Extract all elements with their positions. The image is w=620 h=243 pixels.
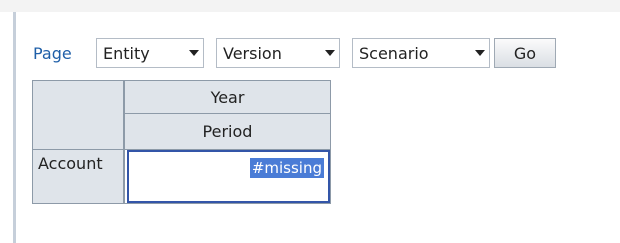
page-label: Page [33, 44, 72, 63]
chevron-down-icon [185, 39, 203, 67]
row-header-account: Account [33, 150, 125, 203]
chevron-down-icon [321, 39, 339, 67]
column-header-year: Year [125, 81, 330, 114]
top-band [0, 0, 620, 12]
data-grid: Year Period Account #missing [32, 80, 331, 204]
scenario-selector[interactable]: Scenario [352, 38, 490, 68]
grid-corner [33, 81, 125, 150]
go-button[interactable]: Go [494, 38, 556, 68]
version-selector[interactable]: Version [216, 38, 340, 68]
scenario-selector-label: Scenario [359, 43, 429, 63]
left-divider [13, 12, 16, 243]
chevron-down-icon [471, 39, 489, 67]
data-cell-value: #missing [249, 158, 324, 178]
data-cell[interactable]: #missing [127, 150, 330, 203]
form-canvas: Page Entity Version Scenario Go Year Per… [0, 0, 620, 243]
version-selector-label: Version [223, 43, 282, 63]
entity-selector[interactable]: Entity [96, 38, 204, 68]
entity-selector-label: Entity [103, 43, 150, 63]
column-header-period: Period [125, 114, 330, 150]
